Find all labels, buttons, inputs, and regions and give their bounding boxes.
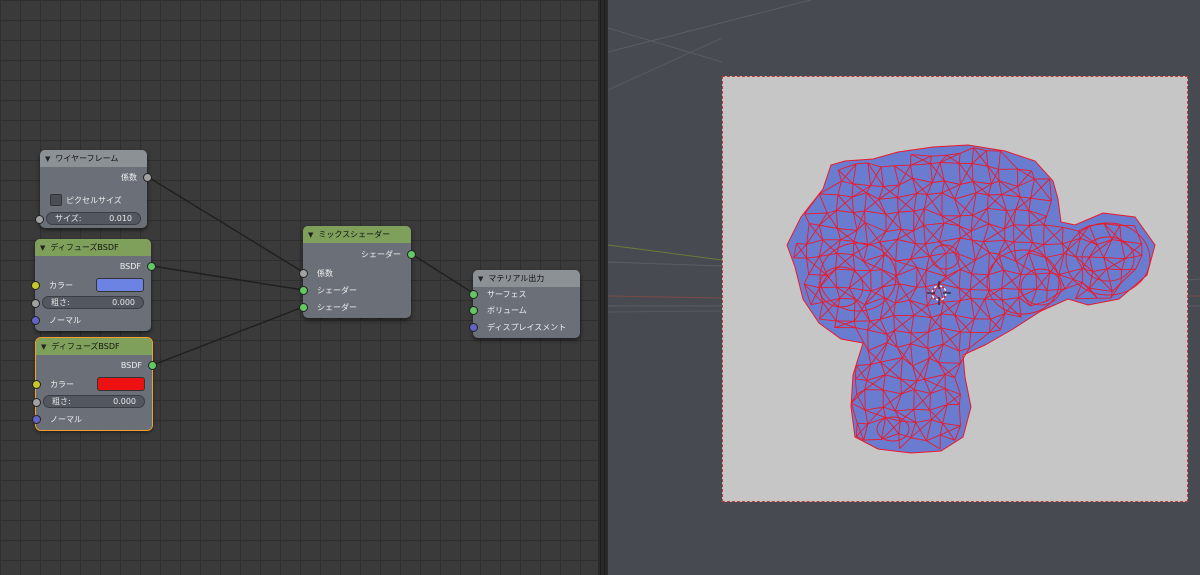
shader1-label: シェーダー bbox=[317, 285, 357, 295]
shader2-row: シェーダー bbox=[303, 300, 411, 314]
node-header[interactable]: ▼ ディフューズBSDF bbox=[36, 338, 152, 355]
size-label: サイズ: bbox=[55, 214, 82, 223]
collapse-triangle-icon[interactable]: ▼ bbox=[308, 231, 313, 239]
area-divider[interactable] bbox=[598, 0, 608, 575]
output-row: シェーダー bbox=[303, 247, 411, 261]
blender-window: ▼ ワイヤーフレーム 係数 ピクセルサイズ サイズ: 0.010 ▼ ディフュー… bbox=[0, 0, 1200, 575]
output-label: 係数 bbox=[121, 172, 137, 182]
collapse-triangle-icon[interactable]: ▼ bbox=[478, 275, 483, 283]
node-header[interactable]: ▼ ワイヤーフレーム bbox=[40, 150, 147, 167]
bsdf-output-socket[interactable] bbox=[148, 361, 157, 370]
fac-row: 係数 bbox=[303, 266, 411, 280]
normal-row: ノーマル bbox=[36, 412, 152, 426]
mix-shader-node[interactable]: ▼ ミックスシェーダー シェーダー 係数 シェーダー シェーダー bbox=[299, 226, 416, 318]
color-label: カラー bbox=[50, 379, 74, 389]
link-surface bbox=[409, 252, 474, 294]
shader1-row: シェーダー bbox=[303, 283, 411, 297]
output-label: シェーダー bbox=[361, 249, 401, 259]
shader1-input-socket[interactable] bbox=[299, 286, 308, 295]
diffuse-bsdf-node-1[interactable]: ▼ ディフューズBSDF BSDF カラー 粗さ: 0.000 ノーマル bbox=[31, 239, 156, 331]
shader2-input-socket[interactable] bbox=[299, 303, 308, 312]
color-label: カラー bbox=[49, 280, 73, 290]
normal-row: ノーマル bbox=[35, 313, 151, 327]
node-title: ワイヤーフレーム bbox=[55, 154, 119, 163]
displacement-row: ディスプレイスメント bbox=[473, 320, 580, 334]
surface-row: サーフェス bbox=[473, 287, 580, 301]
displacement-input-socket[interactable] bbox=[469, 323, 478, 332]
roughness-field[interactable]: 粗さ: 0.000 bbox=[43, 395, 145, 408]
volume-row: ボリューム bbox=[473, 303, 580, 317]
fac-output-socket[interactable] bbox=[143, 173, 152, 182]
color-input-socket[interactable] bbox=[31, 281, 40, 290]
3d-cursor-icon[interactable] bbox=[927, 281, 951, 305]
collapse-triangle-icon[interactable]: ▼ bbox=[45, 155, 50, 163]
output-label: BSDF bbox=[119, 261, 141, 271]
fac-input-socket[interactable] bbox=[299, 269, 308, 278]
pixel-size-checkbox[interactable] bbox=[50, 194, 62, 206]
volume-label: ボリューム bbox=[487, 305, 527, 315]
roughness-label: 粗さ: bbox=[51, 298, 70, 307]
surface-label: サーフェス bbox=[487, 289, 527, 299]
diffuse-bsdf-node-2[interactable]: ▼ ディフューズBSDF BSDF カラー 粗さ: 0.000 ノーマル bbox=[32, 337, 157, 431]
shader2-label: シェーダー bbox=[317, 302, 357, 312]
shader-output-socket[interactable] bbox=[407, 250, 416, 259]
node-header[interactable]: ▼ ミックスシェーダー bbox=[303, 226, 411, 243]
collapse-triangle-icon[interactable]: ▼ bbox=[40, 244, 45, 252]
size-input-socket[interactable] bbox=[35, 215, 44, 224]
wireframe-node[interactable]: ▼ ワイヤーフレーム 係数 ピクセルサイズ サイズ: 0.010 bbox=[35, 150, 152, 228]
node-title: ディフューズBSDF bbox=[50, 243, 119, 252]
color-swatch[interactable] bbox=[96, 278, 144, 292]
normal-input-socket[interactable] bbox=[32, 415, 41, 424]
roughness-input-socket[interactable] bbox=[32, 398, 41, 407]
suzanne-mesh-render bbox=[786, 144, 1156, 454]
link-fac bbox=[147, 176, 304, 273]
bsdf-output-socket[interactable] bbox=[147, 262, 156, 271]
roughness-label: 粗さ: bbox=[52, 397, 71, 406]
roughness-value: 0.000 bbox=[113, 397, 136, 406]
roughness-input-socket[interactable] bbox=[31, 299, 40, 308]
checkbox-label: ピクセルサイズ bbox=[66, 196, 122, 205]
node-header[interactable]: ▼ マテリアル出力 bbox=[473, 270, 580, 287]
output-label: BSDF bbox=[120, 360, 142, 370]
surface-input-socket[interactable] bbox=[469, 290, 478, 299]
3d-viewport[interactable] bbox=[608, 0, 1200, 575]
material-output-node[interactable]: ▼ マテリアル出力 サーフェス ボリューム ディスプレイスメント bbox=[469, 270, 580, 338]
fac-label: 係数 bbox=[317, 268, 333, 278]
size-field[interactable]: サイズ: 0.010 bbox=[46, 212, 141, 225]
node-title: ミックスシェーダー bbox=[318, 230, 391, 239]
volume-input-socket[interactable] bbox=[469, 306, 478, 315]
roughness-field[interactable]: 粗さ: 0.000 bbox=[42, 296, 144, 309]
roughness-value: 0.000 bbox=[112, 298, 135, 307]
output-row: 係数 bbox=[40, 170, 147, 184]
output-row: BSDF bbox=[35, 259, 151, 273]
collapse-triangle-icon[interactable]: ▼ bbox=[41, 343, 46, 351]
node-header[interactable]: ▼ ディフューズBSDF bbox=[35, 239, 151, 256]
size-value: 0.010 bbox=[109, 214, 132, 223]
node-editor[interactable]: ▼ ワイヤーフレーム 係数 ピクセルサイズ サイズ: 0.010 ▼ ディフュー… bbox=[0, 0, 598, 575]
output-row: BSDF bbox=[36, 358, 152, 372]
node-title: マテリアル出力 bbox=[488, 274, 545, 283]
color-input-socket[interactable] bbox=[32, 380, 41, 389]
link-shader2 bbox=[152, 306, 304, 366]
normal-label: ノーマル bbox=[50, 414, 82, 424]
render-border-region bbox=[722, 76, 1188, 502]
displacement-label: ディスプレイスメント bbox=[487, 322, 567, 332]
link-shader1 bbox=[151, 265, 304, 291]
normal-label: ノーマル bbox=[49, 315, 81, 325]
color-swatch[interactable] bbox=[97, 377, 145, 391]
normal-input-socket[interactable] bbox=[31, 316, 40, 325]
node-title: ディフューズBSDF bbox=[51, 342, 120, 351]
